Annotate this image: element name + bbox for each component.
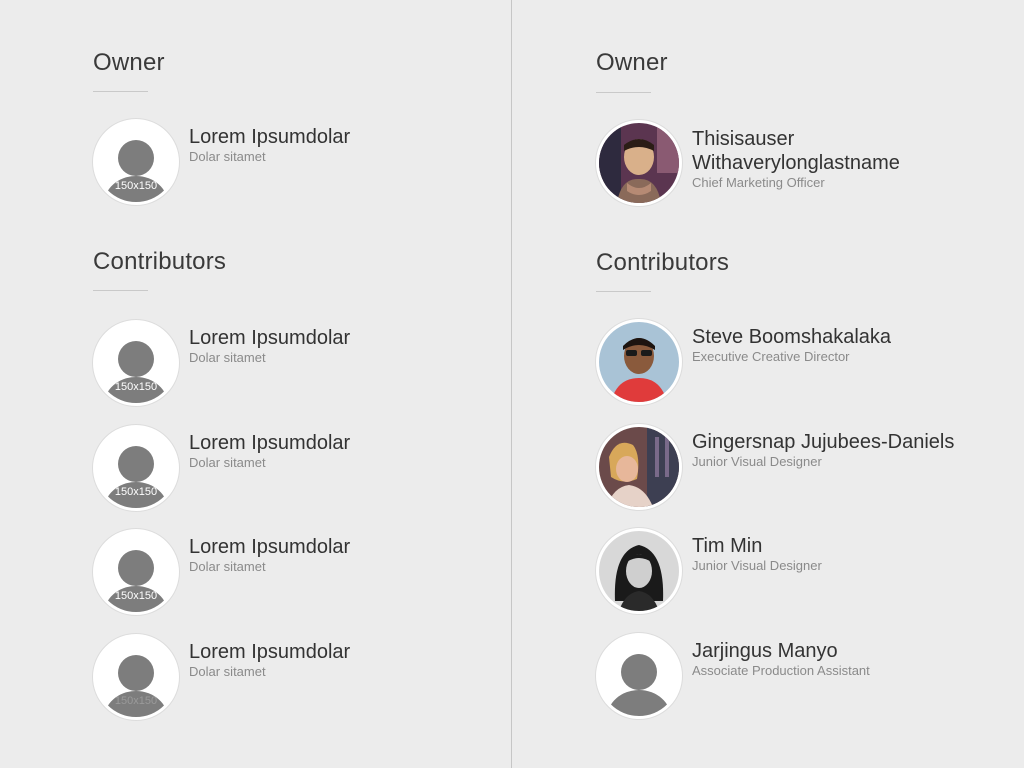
owner-info: Lorem Ipsumdolar Dolar sitamet <box>189 125 489 165</box>
contributor-role: Dolar sitamet <box>189 664 266 679</box>
contributor-info: Lorem Ipsumdolar Dolar sitamet <box>189 326 489 366</box>
contributor-card[interactable]: Tim Min Junior Visual Designer <box>596 528 996 614</box>
photo-avatar <box>596 120 682 206</box>
contributor-info: Tim Min Junior Visual Designer <box>692 534 992 574</box>
contributor-card[interactable]: 150x150 Lorem Ipsumdolar Dolar sitamet <box>93 634 493 720</box>
contributor-info: Gingersnap Jujubees-Daniels Junior Visua… <box>692 430 992 470</box>
contributor-name[interactable]: Lorem Ipsumdolar <box>189 640 489 664</box>
right-panel: Owner Thisisauser Withaverylonglastname … <box>596 0 1016 768</box>
person-silhouette-icon <box>607 654 671 716</box>
contributor-role: Dolar sitamet <box>189 455 266 470</box>
owner-card[interactable]: Thisisauser Withaverylonglastname Chief … <box>596 120 996 206</box>
contributor-info: Lorem Ipsumdolar Dolar sitamet <box>189 535 489 575</box>
contributor-name[interactable]: Gingersnap Jujubees-Daniels <box>692 430 992 454</box>
contributor-info: Jarjingus Manyo Associate Production Ass… <box>692 639 992 679</box>
placeholder-avatar: 150x150 <box>93 529 179 615</box>
user-photo-icon <box>599 427 679 507</box>
placeholder-avatar: 150x150 <box>93 634 179 720</box>
contributors-heading: Contributors <box>93 248 227 275</box>
avatar-size-label: 150x150 <box>114 180 158 192</box>
contributor-role: Executive Creative Director <box>692 349 850 364</box>
photo-avatar <box>596 424 682 510</box>
contributor-card[interactable]: 150x150 Lorem Ipsumdolar Dolar sitamet <box>93 529 493 615</box>
owner-name[interactable]: Thisisauser Withaverylonglastname <box>692 127 992 175</box>
contributor-name[interactable]: Steve Boomshakalaka <box>692 325 992 349</box>
contributor-role: Junior Visual Designer <box>692 558 822 573</box>
owner-heading-rule <box>596 92 651 93</box>
contributor-name[interactable]: Jarjingus Manyo <box>692 639 992 663</box>
owner-role: Chief Marketing Officer <box>692 175 825 190</box>
contributor-card[interactable]: 150x150 Lorem Ipsumdolar Dolar sitamet <box>93 425 493 511</box>
user-photo-icon <box>599 322 679 402</box>
contributor-info: Lorem Ipsumdolar Dolar sitamet <box>189 431 489 471</box>
contributor-card[interactable]: 150x150 Lorem Ipsumdolar Dolar sitamet <box>93 320 493 406</box>
contributor-name[interactable]: Lorem Ipsumdolar <box>189 431 489 455</box>
contributor-role: Dolar sitamet <box>189 559 266 574</box>
contributor-name[interactable]: Lorem Ipsumdolar <box>189 535 489 559</box>
owner-role: Dolar sitamet <box>189 149 266 164</box>
left-panel: Owner 150x150 Lorem Ipsumdolar Dolar sit… <box>93 0 513 768</box>
owner-heading-rule <box>93 91 148 92</box>
contributor-role: Junior Visual Designer <box>692 454 822 469</box>
owner-name[interactable]: Lorem Ipsumdolar <box>189 125 489 149</box>
contributor-name[interactable]: Tim Min <box>692 534 992 558</box>
team-page: Owner 150x150 Lorem Ipsumdolar Dolar sit… <box>0 0 1024 768</box>
contributor-role: Dolar sitamet <box>189 350 266 365</box>
owner-info: Thisisauser Withaverylonglastname Chief … <box>692 127 992 191</box>
owner-card[interactable]: 150x150 Lorem Ipsumdolar Dolar sitamet <box>93 119 493 205</box>
contributor-role: Associate Production Assistant <box>692 663 870 678</box>
contributor-card[interactable]: Jarjingus Manyo Associate Production Ass… <box>596 633 996 719</box>
avatar-size-label: 150x150 <box>114 486 158 498</box>
avatar-size-label: 150x150 <box>114 695 158 707</box>
contributors-heading-rule <box>596 291 651 292</box>
placeholder-avatar: 150x150 <box>93 119 179 205</box>
placeholder-avatar: 150x150 <box>93 425 179 511</box>
placeholder-avatar: 150x150 <box>93 320 179 406</box>
contributors-heading-rule <box>93 290 148 291</box>
user-photo-icon <box>599 123 679 203</box>
user-photo-icon <box>599 531 679 611</box>
contributor-card[interactable]: Steve Boomshakalaka Executive Creative D… <box>596 319 996 405</box>
avatar-size-label: 150x150 <box>114 381 158 393</box>
contributors-heading: Contributors <box>596 249 730 276</box>
contributor-name[interactable]: Lorem Ipsumdolar <box>189 326 489 350</box>
photo-avatar <box>596 319 682 405</box>
contributor-info: Lorem Ipsumdolar Dolar sitamet <box>189 640 489 680</box>
contributor-card[interactable]: Gingersnap Jujubees-Daniels Junior Visua… <box>596 424 996 510</box>
photo-avatar <box>596 528 682 614</box>
avatar-size-label: 150x150 <box>114 590 158 602</box>
placeholder-avatar <box>596 633 682 719</box>
owner-heading: Owner <box>596 49 668 76</box>
owner-heading: Owner <box>93 49 165 76</box>
contributor-info: Steve Boomshakalaka Executive Creative D… <box>692 325 992 365</box>
